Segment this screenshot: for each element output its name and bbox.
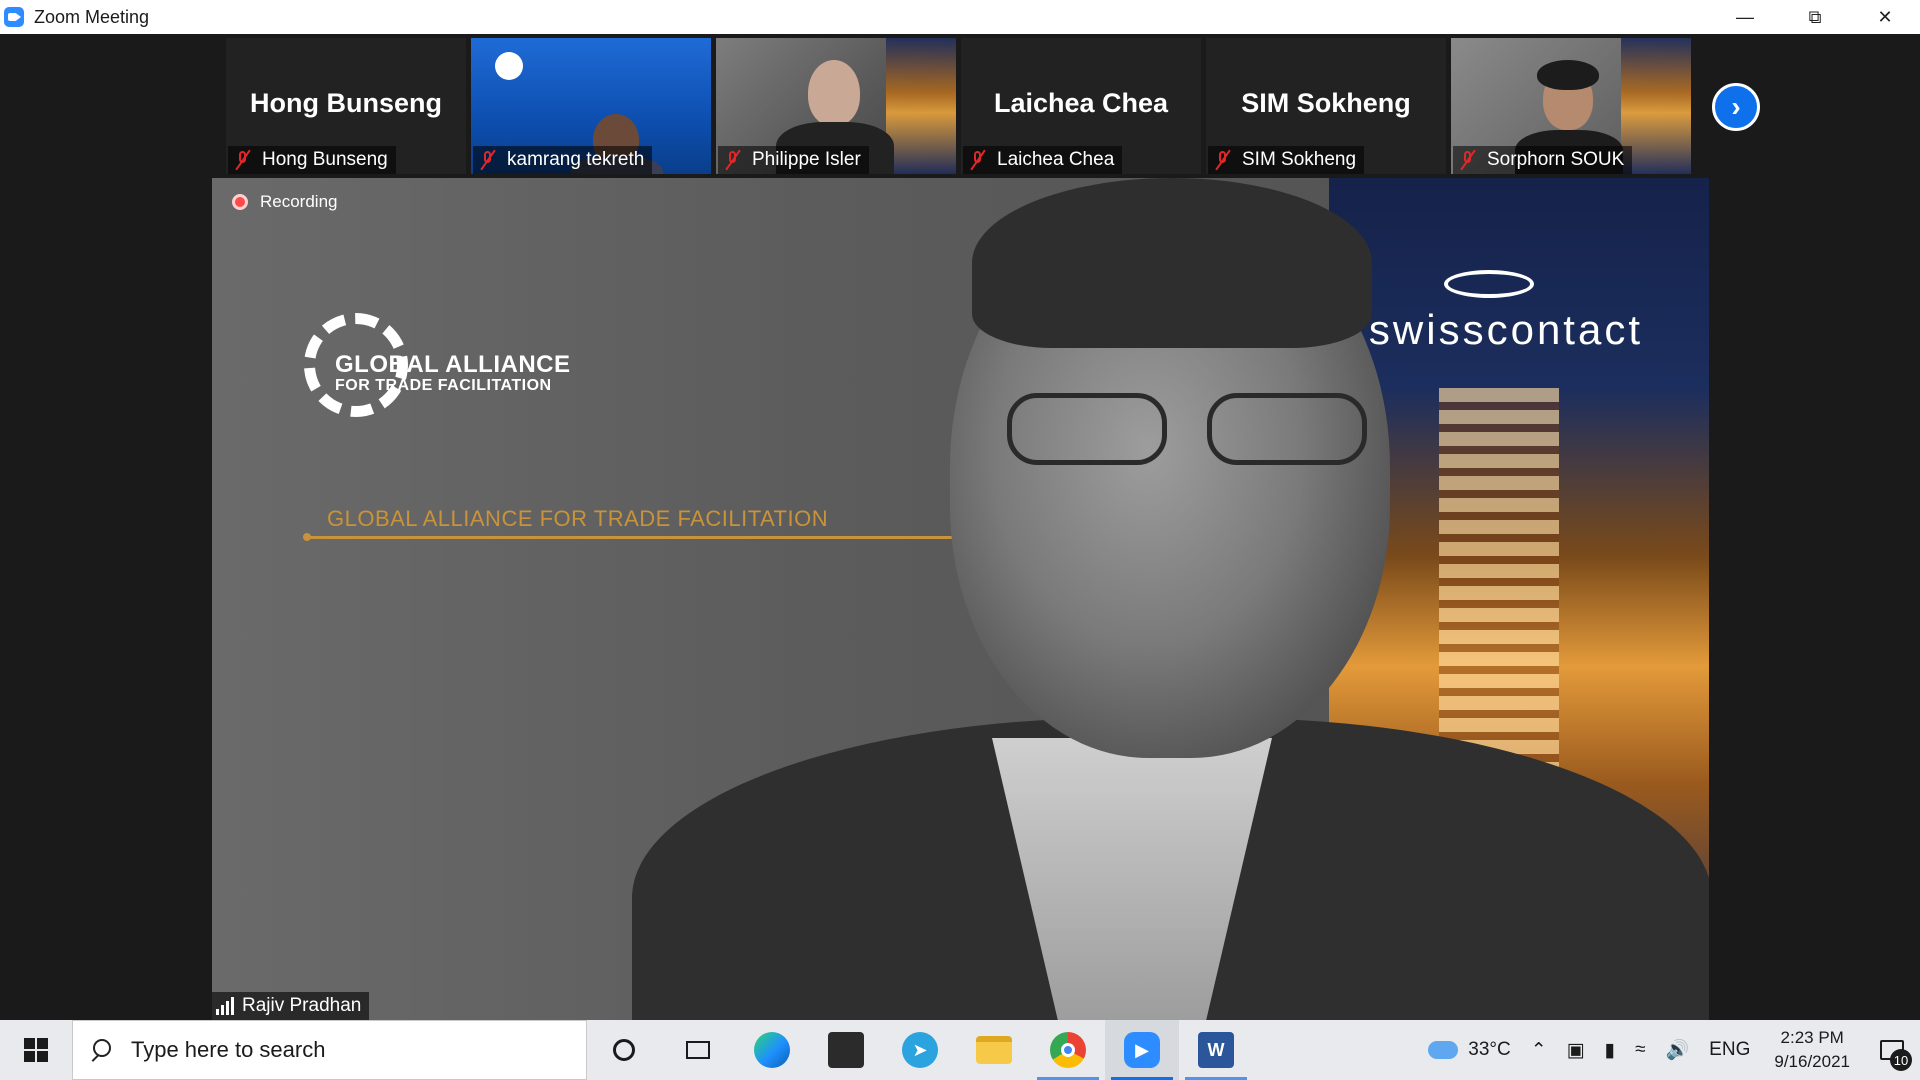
mic-muted-icon (1457, 149, 1479, 171)
ministry-logo-icon (495, 52, 523, 80)
battery-icon[interactable]: ▮ (1595, 1020, 1625, 1080)
mic-muted-icon (477, 149, 499, 171)
minimize-icon[interactable]: — (1710, 0, 1780, 34)
edge-icon[interactable] (735, 1020, 809, 1080)
telegram-icon[interactable]: ➤ (883, 1020, 957, 1080)
participant-video (808, 60, 860, 126)
logo-title: GLOBAL ALLIANCE (335, 351, 571, 378)
participant-name: Philippe Isler (752, 149, 861, 170)
participant-name-label: Sorphorn SOUK (1453, 146, 1633, 174)
participant-tile[interactable]: SIM Sokheng SIM Sokheng (1206, 38, 1446, 174)
participant-tile[interactable]: Sorphorn SOUK (1451, 38, 1691, 174)
search-placeholder: Type here to search (131, 1037, 326, 1062)
mic-muted-icon (967, 149, 989, 171)
file-explorer-icon[interactable] (957, 1020, 1031, 1080)
mic-muted-icon (232, 149, 254, 171)
banner-line (303, 533, 956, 541)
taskbar-search[interactable]: Type here to search (72, 1020, 587, 1080)
swisscontact-brand: swisscontact (1368, 306, 1643, 353)
participant-name-label: kamrang tekreth (473, 146, 653, 174)
cortana-icon[interactable] (587, 1020, 661, 1080)
clock[interactable]: 2:23 PM 9/16/2021 (1760, 1020, 1864, 1080)
chrome-icon[interactable] (1031, 1020, 1105, 1080)
zoom-icon[interactable]: ▶ (1105, 1020, 1179, 1080)
participant-name: SIM Sokheng (1242, 149, 1357, 170)
participant-name: Sorphorn SOUK (1487, 149, 1625, 170)
title-bar: Zoom Meeting — ⧉ ✕ (0, 0, 1920, 34)
participant-tile[interactable]: Hong Bunseng Hong Bunseng (226, 38, 466, 174)
mic-muted-icon (1212, 149, 1234, 171)
volume-icon[interactable]: 🔊 (1656, 1020, 1700, 1080)
zoom-app-icon (4, 7, 24, 27)
weather-temp: 33°C (1468, 1039, 1511, 1060)
participant-name-label: Hong Bunseng (228, 146, 396, 174)
clock-date: 9/16/2021 (1774, 1052, 1850, 1071)
recording-indicator[interactable]: Recording (232, 192, 338, 212)
participant-tile[interactable]: Philippe Isler (716, 38, 956, 174)
participant-name-label: Philippe Isler (718, 146, 869, 174)
word-icon[interactable]: W (1179, 1020, 1253, 1080)
windows-logo-icon (24, 1038, 48, 1062)
meet-now-icon[interactable]: ▣ (1557, 1020, 1595, 1080)
participant-tile[interactable]: Laichea Chea Laichea Chea (961, 38, 1201, 174)
store-icon[interactable] (809, 1020, 883, 1080)
mic-muted-icon (722, 149, 744, 171)
participant-name: Hong Bunseng (262, 149, 388, 170)
chevron-up-icon[interactable]: ⌃ (1521, 1020, 1557, 1080)
window-controls: — ⧉ ✕ (1710, 0, 1920, 34)
participant-name: kamrang tekreth (507, 149, 645, 170)
participant-name: Laichea Chea (997, 149, 1115, 170)
glasses (1007, 393, 1387, 473)
language-indicator[interactable]: ENG (1699, 1020, 1760, 1080)
clock-time: 2:23 PM (1780, 1028, 1844, 1047)
banner-text: GLOBAL ALLIANCE FOR TRADE FACILITATION (327, 506, 829, 531)
swisscontact-logo-icon (1444, 270, 1534, 298)
recording-icon (232, 194, 248, 210)
restore-icon[interactable]: ⧉ (1780, 0, 1850, 34)
cloud-icon (1428, 1041, 1459, 1059)
system-tray: 33°C ⌃ ▣ ▮ ≈ 🔊 ENG 2:23 PM 9/16/2021 10 (1418, 1020, 1920, 1080)
logo-subtitle: FOR TRADE FACILITATION (335, 377, 552, 394)
wifi-icon[interactable]: ≈ (1625, 1020, 1655, 1080)
start-button[interactable] (0, 1020, 72, 1080)
participant-name-label: Laichea Chea (963, 146, 1123, 174)
window-title: Zoom Meeting (34, 6, 150, 27)
connection-signal-icon (216, 997, 234, 1015)
search-icon (89, 1039, 111, 1061)
taskbar: Type here to search ➤ ▶ W 33°C ⌃ ▣ ▮ ≈ 🔊… (0, 1020, 1920, 1080)
recording-label: Recording (260, 192, 338, 211)
speaker-name-label: Rajiv Pradhan (212, 992, 370, 1020)
meeting-area: Hong Bunseng Hong Bunseng kamrang tekret… (0, 34, 1920, 1020)
speaker-name: Rajiv Pradhan (242, 995, 362, 1016)
active-speaker-video[interactable]: swisscontact GLOBAL ALLIANCE FOR TRADE F… (212, 178, 1709, 1020)
notification-icon[interactable]: 10 (1864, 1020, 1920, 1080)
task-view-icon[interactable] (661, 1020, 735, 1080)
close-icon[interactable]: ✕ (1850, 0, 1920, 34)
weather-widget[interactable]: 33°C (1418, 1020, 1520, 1080)
participant-name-label: SIM Sokheng (1208, 146, 1365, 174)
gallery-strip: Hong Bunseng Hong Bunseng kamrang tekret… (226, 38, 1691, 174)
chevron-right-icon[interactable]: › (1712, 83, 1760, 131)
notification-badge: 10 (1890, 1049, 1912, 1071)
participant-tile[interactable]: kamrang tekreth (471, 38, 711, 174)
